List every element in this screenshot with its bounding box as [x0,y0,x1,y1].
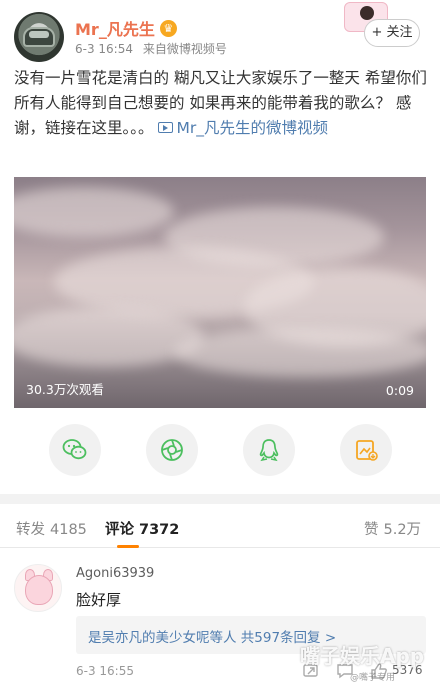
post-header: Mr_凡先生 ♛ 6-3 16:54 来自微博视频号 + 关注 [0,0,440,62]
qq-icon [259,439,279,462]
video-play-icon [158,122,174,133]
commenter-avatar[interactable] [14,564,62,612]
video-player[interactable]: 30.3万次观看 0:09 [14,177,426,408]
cloud-graphic [174,327,426,377]
comment-label: 评论 [105,522,134,538]
username[interactable]: Mr_凡先生 ♛ [75,16,177,40]
share-wechat-button[interactable] [49,424,101,476]
share-to-story-icon [356,440,378,461]
repost-label: 转发 [16,522,45,538]
tab-likes[interactable]: 赞 5.2万 [364,518,421,539]
tab-comments[interactable]: 评论 7372 [105,518,179,539]
avatar-pig-graphic [25,575,53,605]
like-count: 5.2万 [383,522,422,538]
avatar-car-window [29,31,49,38]
post-text: 没有一片雪花是清白的 糊凡又让大家娱乐了一整天 希望你们所有人能得到自己想要的 … [14,66,430,141]
repost-count: 4185 [50,522,87,538]
stats-tabs: 转发 4185 评论 7372 赞 5.2万 [0,504,440,548]
commenter-username[interactable]: Agoni63939 [76,566,154,581]
section-divider [0,494,440,504]
user-avatar[interactable] [14,12,64,62]
video-link-text[interactable]: Mr_凡先生的微博视频 [176,119,328,137]
sticker-face-graphic [360,6,374,20]
share-row [0,424,440,478]
comment-text: 脸好厚 [76,591,122,609]
post-time: 6-3 16:54 [75,42,133,56]
share-qq-button[interactable] [243,424,295,476]
active-tab-indicator [117,545,139,548]
comment-count: 7372 [139,522,180,538]
watermark-sub: @嘴子专用 [350,673,396,683]
watermark: 嘴子娱乐App [300,644,425,668]
cloud-graphic [14,307,204,367]
like-label: 赞 [364,522,379,538]
vip-crown-icon: ♛ [159,19,177,37]
share-moments-button[interactable] [146,424,198,476]
share-story-button[interactable] [340,424,392,476]
cloud-graphic [14,187,174,237]
post-meta: 6-3 16:54 来自微博视频号 [75,40,233,57]
username-text[interactable]: Mr_凡先生 [75,16,155,40]
video-duration: 0:09 [385,383,414,398]
post-source[interactable]: 来自微博视频号 [143,42,227,56]
reply-summary-link[interactable]: 是吴亦凡的美少女呢等人 共597条回复 > [88,626,336,646]
follow-button[interactable]: + 关注 [364,19,420,47]
moments-icon [161,439,183,461]
comment-time: 6-3 16:55 [76,664,134,678]
tab-repost[interactable]: 转发 4185 [16,518,87,539]
follow-area: + 关注 [342,2,424,58]
wechat-icon [62,439,87,460]
video-link[interactable]: Mr_凡先生的微博视频 [158,119,328,137]
video-view-count: 30.3万次观看 [26,382,104,397]
